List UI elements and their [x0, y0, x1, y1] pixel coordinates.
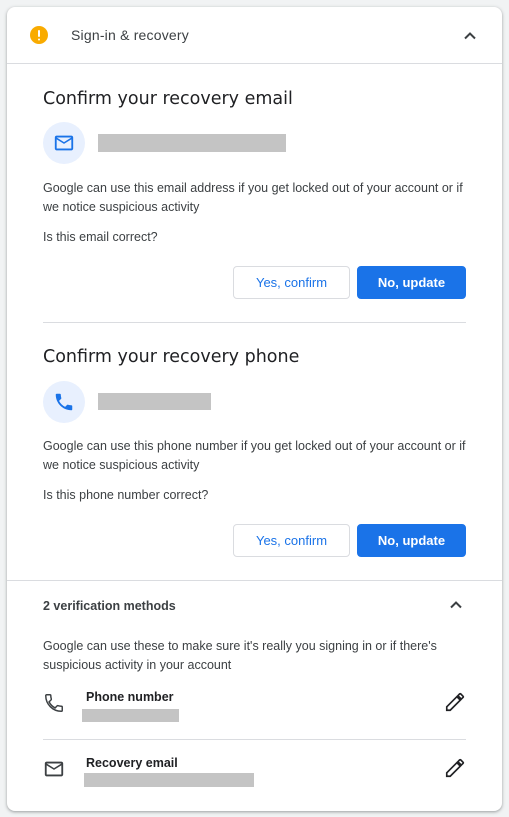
chevron-up-icon[interactable]: [444, 593, 468, 617]
recovery-email-question: Is this email correct?: [43, 230, 158, 244]
phone-avatar: [43, 381, 85, 423]
mail-avatar: [43, 122, 85, 164]
chevron-up-icon[interactable]: [458, 24, 482, 48]
card-header[interactable]: Sign-in & recovery: [7, 7, 502, 64]
email-no-update-button[interactable]: No, update: [357, 266, 466, 299]
phone-yes-confirm-button[interactable]: Yes, confirm: [233, 524, 350, 557]
redacted-phone-value: [82, 709, 179, 722]
recovery-email-heading: Confirm your recovery email: [43, 89, 293, 109]
pencil-edit-icon[interactable]: [444, 691, 466, 713]
row-divider: [43, 739, 466, 740]
recovery-phone-heading: Confirm your recovery phone: [43, 347, 300, 367]
redacted-email-value: [84, 773, 254, 787]
redacted-phone-value: [98, 393, 211, 410]
verification-methods-title: 2 verification methods: [43, 599, 176, 613]
mail-icon: [54, 135, 74, 151]
recovery-phone-question: Is this phone number correct?: [43, 488, 209, 502]
pencil-edit-icon[interactable]: [444, 757, 466, 779]
verification-description: Google can use these to make sure it's r…: [43, 639, 437, 672]
section-divider: [43, 322, 466, 323]
recovery-email-label: Recovery email: [86, 756, 178, 770]
email-yes-confirm-button[interactable]: Yes, confirm: [233, 266, 350, 299]
warning-circle-icon: [30, 26, 48, 44]
mail-outline-icon: [43, 758, 65, 780]
section-divider: [7, 580, 502, 581]
recovery-phone-description: Google can use this phone number if you …: [43, 439, 466, 472]
phone-icon: [43, 692, 65, 714]
recovery-email-description: Google can use this email address if you…: [43, 181, 463, 214]
section-title: Sign-in & recovery: [71, 27, 189, 43]
phone-icon: [55, 393, 73, 411]
phone-no-update-button[interactable]: No, update: [357, 524, 466, 557]
sign-in-recovery-card: Sign-in & recovery Confirm your recovery…: [7, 7, 502, 811]
phone-number-label: Phone number: [86, 690, 174, 704]
redacted-email-value: [98, 134, 286, 152]
